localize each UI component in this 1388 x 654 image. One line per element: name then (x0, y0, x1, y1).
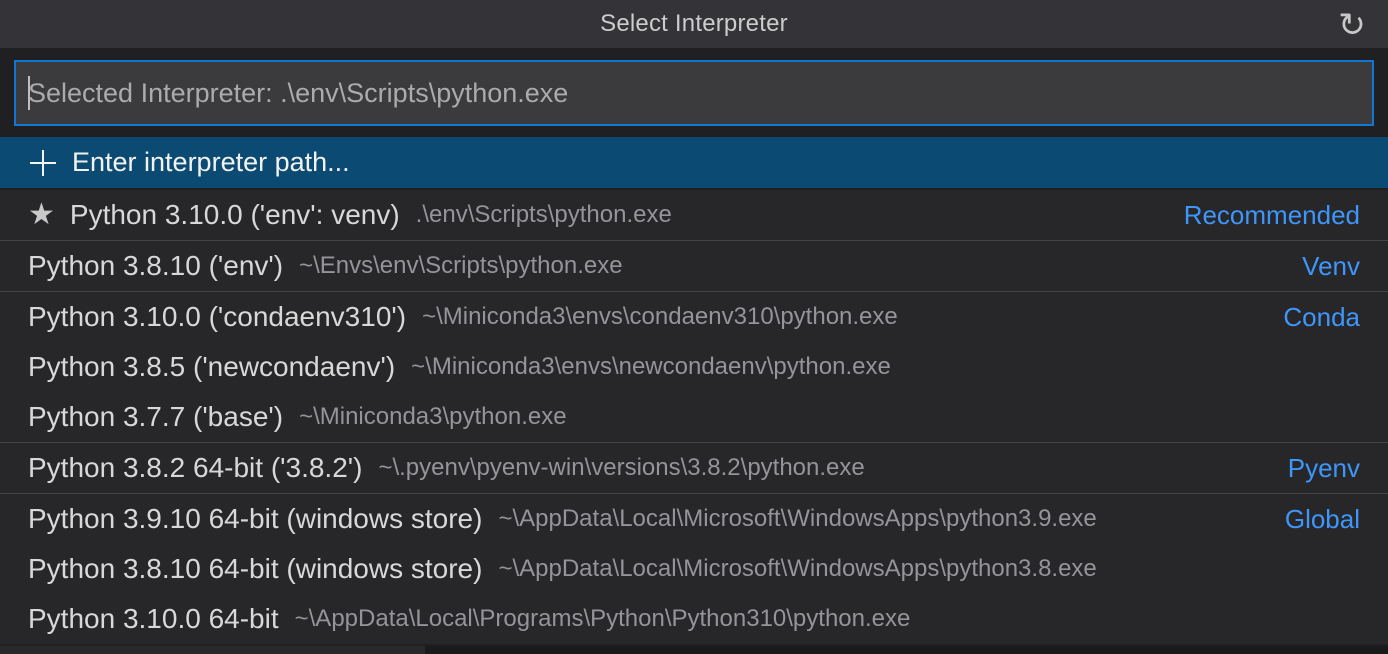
input-caret (28, 76, 30, 110)
item-tag: Global (1285, 504, 1360, 535)
item-label: Python 3.8.10 ('env') (28, 250, 283, 282)
interpreter-input[interactable] (14, 60, 1374, 126)
item-tag: Recommended (1184, 200, 1360, 231)
item-path: ~\AppData\Local\Microsoft\WindowsApps\py… (498, 505, 1096, 533)
item-path: ~\.pyenv\pyenv-win\versions\3.8.2\python… (378, 454, 864, 482)
interpreter-item[interactable]: Python 3.9.10 64-bit (windows store) ~\A… (0, 494, 1388, 544)
interpreter-item[interactable]: Python 3.8.2 64-bit ('3.8.2') ~\.pyenv\p… (0, 443, 1388, 493)
item-label: Python 3.7.7 ('base') (28, 401, 283, 433)
interpreter-item[interactable]: Python 3.7.7 ('base') ~\Miniconda3\pytho… (0, 392, 1388, 442)
item-label: Python 3.10.0 ('env': venv) (70, 199, 400, 231)
interpreter-item[interactable]: Python 3.10.0 64-bit ~\AppData\Local\Pro… (0, 594, 1388, 644)
item-tag: Pyenv (1288, 453, 1360, 484)
interpreter-input-container (0, 48, 1388, 137)
item-label: Python 3.8.5 ('newcondaenv') (28, 351, 395, 383)
item-path: .\env\Scripts\python.exe (416, 201, 672, 229)
item-tag: Conda (1283, 302, 1360, 333)
interpreter-item[interactable]: Python 3.10.0 ('condaenv310') ~\Minicond… (0, 292, 1388, 342)
item-path: ~\AppData\Local\Programs\Python\Python31… (295, 605, 911, 633)
interpreter-list: Enter interpreter path... ★ Python 3.10.… (0, 137, 1388, 644)
item-label: Enter interpreter path... (72, 147, 350, 178)
interpreter-item[interactable]: Python 3.8.10 64-bit (windows store) ~\A… (0, 544, 1388, 594)
item-path: ~\Miniconda3\envs\newcondaenv\python.exe (411, 353, 891, 381)
star-icon: ★ (28, 200, 55, 230)
item-path: ~\Miniconda3\python.exe (299, 403, 567, 431)
dialog-bottom-edge (0, 646, 1388, 654)
plus-icon (28, 148, 58, 178)
dialog-bottom-edge-left (0, 646, 425, 654)
item-label: Python 3.10.0 64-bit (28, 603, 279, 635)
item-path: ~\AppData\Local\Microsoft\WindowsApps\py… (498, 555, 1096, 583)
interpreter-item[interactable]: Python 3.8.5 ('newcondaenv') ~\Miniconda… (0, 342, 1388, 392)
select-interpreter-dialog: Select Interpreter ↻ Enter interpreter p… (0, 0, 1388, 654)
item-label: Python 3.9.10 64-bit (windows store) (28, 503, 482, 535)
item-label: Python 3.10.0 ('condaenv310') (28, 301, 406, 333)
item-tag: Venv (1302, 251, 1360, 282)
dialog-title: Select Interpreter (600, 10, 788, 38)
interpreter-item[interactable]: ★ Python 3.10.0 ('env': venv) .\env\Scri… (0, 190, 1388, 240)
refresh-icon[interactable]: ↻ (1330, 0, 1374, 48)
dialog-titlebar: Select Interpreter ↻ (0, 0, 1388, 48)
item-label: Python 3.8.10 64-bit (windows store) (28, 553, 482, 585)
item-path: ~\Envs\env\Scripts\python.exe (299, 252, 623, 280)
item-label: Python 3.8.2 64-bit ('3.8.2') (28, 452, 362, 484)
item-path: ~\Miniconda3\envs\condaenv310\python.exe (422, 303, 898, 331)
interpreter-item[interactable]: Python 3.8.10 ('env') ~\Envs\env\Scripts… (0, 241, 1388, 291)
enter-interpreter-path-item[interactable]: Enter interpreter path... (0, 137, 1388, 188)
